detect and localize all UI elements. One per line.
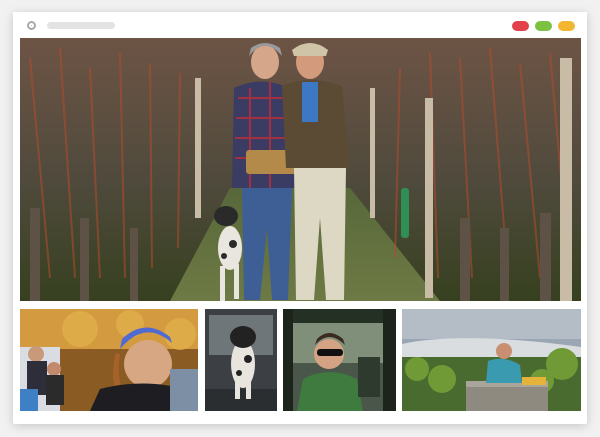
thumbnail-2[interactable] [205, 309, 277, 411]
thumbnail-4[interactable] [402, 309, 581, 411]
worker-in-vineyard-scene [402, 309, 581, 411]
window-icon [27, 21, 36, 30]
hero-photo[interactable] [20, 38, 581, 301]
title-bar [13, 12, 587, 38]
woman-in-vehicle-scene [283, 309, 396, 411]
vineyard-scene [20, 38, 581, 301]
woman-smiling-scene [20, 309, 198, 411]
dog-at-window-scene [205, 309, 277, 411]
maximize-button[interactable] [535, 21, 552, 31]
thumbnail-1[interactable] [20, 309, 198, 411]
close-button[interactable] [512, 21, 529, 31]
thumbnail-3[interactable] [283, 309, 396, 411]
address-bar[interactable] [47, 22, 115, 29]
browser-window [13, 12, 587, 424]
minimize-button[interactable] [558, 21, 575, 31]
